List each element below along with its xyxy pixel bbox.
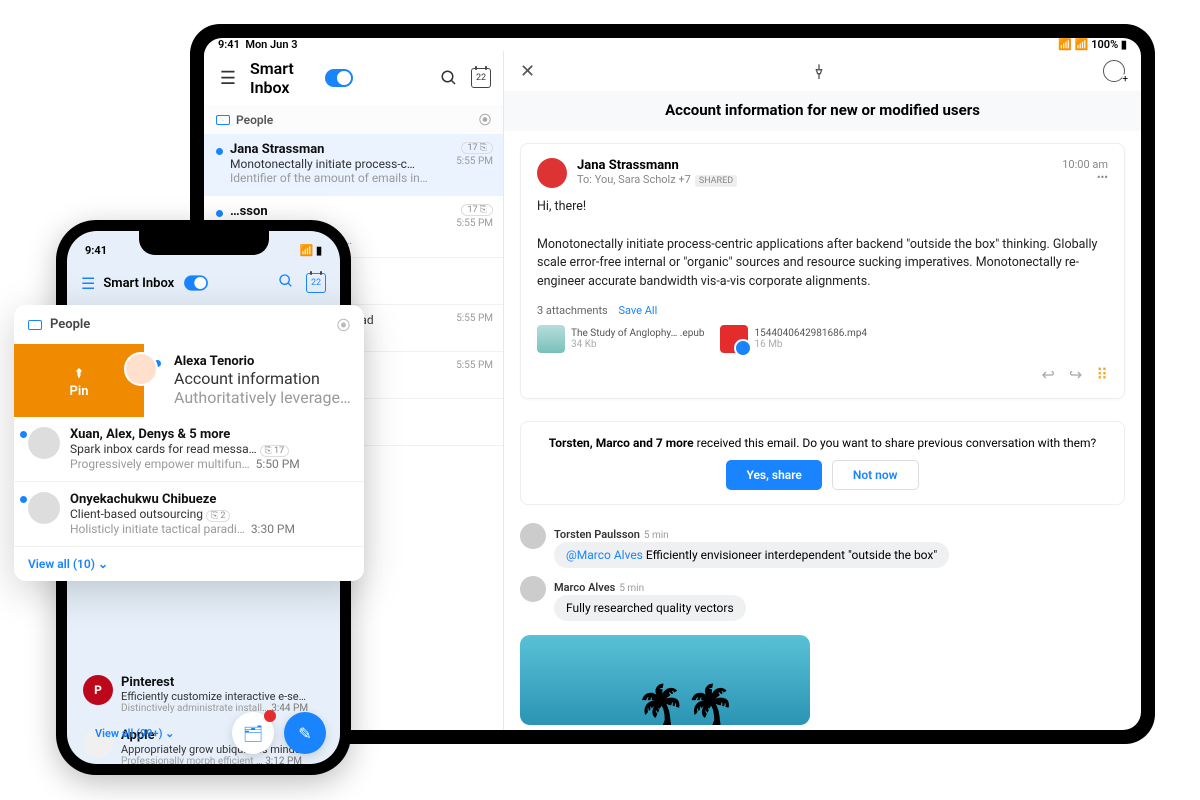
attachments-header: 3 attachments Save All bbox=[537, 304, 1108, 317]
mail-item[interactable]: Onyekachukwu ChibuezeClient-based outsou… bbox=[14, 482, 364, 547]
mail-preview: Authoritatively leverage… bbox=[174, 388, 352, 407]
envelope-icon bbox=[216, 115, 230, 125]
avatar bbox=[28, 427, 60, 459]
message-subject: Account information for new or modified … bbox=[504, 91, 1141, 131]
avatar bbox=[520, 523, 546, 549]
comment-author: Marco Alves bbox=[554, 581, 615, 594]
mail-subject: Efficiently customize interactive e-se… bbox=[121, 690, 322, 703]
save-all-link[interactable]: Save All bbox=[618, 304, 657, 317]
share-no-button[interactable]: Not now bbox=[832, 460, 919, 490]
comment-time: 5 min bbox=[644, 530, 669, 541]
avatar bbox=[124, 352, 158, 386]
forward-icon[interactable]: ↪ bbox=[1069, 365, 1082, 384]
attachment-thumb-icon bbox=[720, 325, 748, 353]
mail-from: Onyekachukwu Chibueze bbox=[70, 492, 350, 507]
mail-subject: Monotonectally initiate process-c… bbox=[230, 157, 491, 171]
pin-icon[interactable] bbox=[811, 63, 827, 79]
notification-badge bbox=[264, 710, 276, 722]
status-right: 📶 📶 100% ▮ bbox=[1058, 38, 1127, 51]
avatar bbox=[28, 492, 60, 524]
message-body: Hi, there! Monotonectally initiate proce… bbox=[537, 198, 1108, 292]
ipad-status-bar: 9:41 Mon Jun 3 📶 📶 100% ▮ bbox=[204, 38, 1141, 51]
mail-from: Jana Strassman bbox=[230, 142, 491, 157]
comment: Marco Alves 5 minFully researched quality… bbox=[520, 576, 1125, 621]
reactions-icon[interactable]: ⠿ bbox=[1096, 365, 1108, 384]
shared-image[interactable] bbox=[520, 635, 810, 725]
attachment-item[interactable]: The Study of Anglophy… .epub34 Kb bbox=[537, 325, 704, 353]
avatar bbox=[520, 576, 546, 602]
status-date: Mon Jun 3 bbox=[245, 38, 297, 51]
mail-from: Alexa Tenorio bbox=[174, 354, 352, 369]
sender-avatar[interactable] bbox=[537, 158, 567, 188]
iphone-notch bbox=[139, 231, 269, 255]
mention[interactable]: @Marco Alves bbox=[566, 548, 643, 562]
share-prompt: Torsten, Marco and 7 more received this … bbox=[520, 421, 1125, 505]
unread-dot-icon bbox=[20, 431, 27, 438]
phone-title: Smart Inbox bbox=[103, 276, 174, 291]
detail-pane: ✕ Account information for new or modifie… bbox=[504, 51, 1141, 730]
checkmark-icon[interactable]: ⦿ bbox=[337, 315, 350, 334]
smart-inbox-toggle[interactable] bbox=[184, 275, 208, 290]
comment-author: Torsten Paulsson bbox=[554, 528, 640, 541]
comment-bubble: Fully researched quality vectors bbox=[554, 595, 746, 621]
mail-subject: Client-based outsourcing ⎘ 2 bbox=[70, 507, 350, 522]
mail-item[interactable]: Xuan, Alex, Denys & 5 moreSpark inbox ca… bbox=[14, 417, 364, 482]
mail-subject: Spark inbox cards for read messa… ⎘ 17 bbox=[70, 442, 350, 457]
inbox-fab[interactable]: 🗂 bbox=[232, 712, 274, 754]
close-icon[interactable]: ✕ bbox=[520, 61, 535, 82]
view-all-link[interactable]: View all (99+) ⌄ bbox=[81, 721, 188, 746]
pin-action[interactable]: Pin bbox=[14, 344, 144, 417]
section-people[interactable]: People ⦿ bbox=[204, 105, 503, 134]
mail-preview: Professionally morph efficient … 3:12 PM bbox=[121, 756, 322, 764]
section-label: People bbox=[236, 113, 273, 127]
sender-name: Jana Strassmann bbox=[577, 158, 737, 173]
hamburger-icon[interactable]: ☰ bbox=[81, 274, 95, 293]
smart-inbox-toggle[interactable] bbox=[325, 69, 353, 87]
mail-subject: Account information bbox=[174, 369, 352, 388]
reply-icon[interactable]: ↩ bbox=[1041, 365, 1054, 384]
mail-item[interactable]: Jana StrassmanMonotonectally initiate pr… bbox=[204, 134, 503, 196]
mail-from: …sson bbox=[230, 204, 491, 219]
comment: Torsten Paulsson 5 min@Marco Alves Effici… bbox=[520, 523, 1125, 568]
message-time: 10:00 am••• bbox=[1062, 158, 1108, 184]
recipients[interactable]: To: You, Sara Scholz +7SHARED bbox=[577, 173, 737, 186]
share-yes-button[interactable]: Yes, share bbox=[726, 460, 821, 490]
section-label: People bbox=[50, 317, 90, 332]
compose-fab[interactable]: ✎ bbox=[284, 712, 326, 754]
mail-preview: Progressively empower multifun… 5:50 PM bbox=[70, 457, 350, 471]
comment-time: 5 min bbox=[619, 583, 644, 594]
message-card: Jana Strassmann To: You, Sara Scholz +7S… bbox=[520, 143, 1125, 399]
view-all-link[interactable]: View all (10) ⌄ bbox=[14, 547, 364, 581]
checkmark-icon[interactable]: ⦿ bbox=[479, 111, 491, 128]
mail-from: Pinterest bbox=[121, 675, 322, 690]
calendar-icon[interactable]: 22 bbox=[471, 68, 491, 88]
sidebar-title: Smart Inbox bbox=[250, 59, 315, 97]
avatar: P bbox=[83, 675, 113, 705]
unread-dot-icon bbox=[20, 496, 27, 503]
unread-dot-icon bbox=[216, 210, 223, 217]
mail-preview: Holisticly initiate tactical paradi… 3:3… bbox=[70, 522, 350, 536]
envelope-icon bbox=[28, 320, 42, 330]
search-icon[interactable] bbox=[278, 273, 294, 293]
search-icon[interactable] bbox=[437, 66, 461, 90]
attachment-item[interactable]: 1544040642981686.mp416 Mb bbox=[720, 325, 867, 353]
mail-from: Xuan, Alex, Denys & 5 more bbox=[70, 427, 350, 442]
status-time: 9:41 bbox=[218, 38, 240, 51]
people-popup-card: People ⦿ Pin Alexa Tenorio Account infor… bbox=[14, 305, 364, 581]
add-person-icon[interactable] bbox=[1103, 60, 1125, 82]
attachment-thumb-icon bbox=[537, 325, 565, 353]
comment-bubble: @Marco Alves Efficiently envisioneer int… bbox=[554, 542, 949, 568]
hamburger-icon[interactable]: ☰ bbox=[216, 66, 240, 90]
calendar-icon[interactable]: 22 bbox=[306, 273, 326, 293]
mail-preview: Identifier of the amount of emails in… bbox=[230, 171, 491, 185]
unread-dot-icon bbox=[216, 148, 223, 155]
swipe-pin-row[interactable]: Pin Alexa Tenorio Account information Au… bbox=[14, 344, 364, 417]
